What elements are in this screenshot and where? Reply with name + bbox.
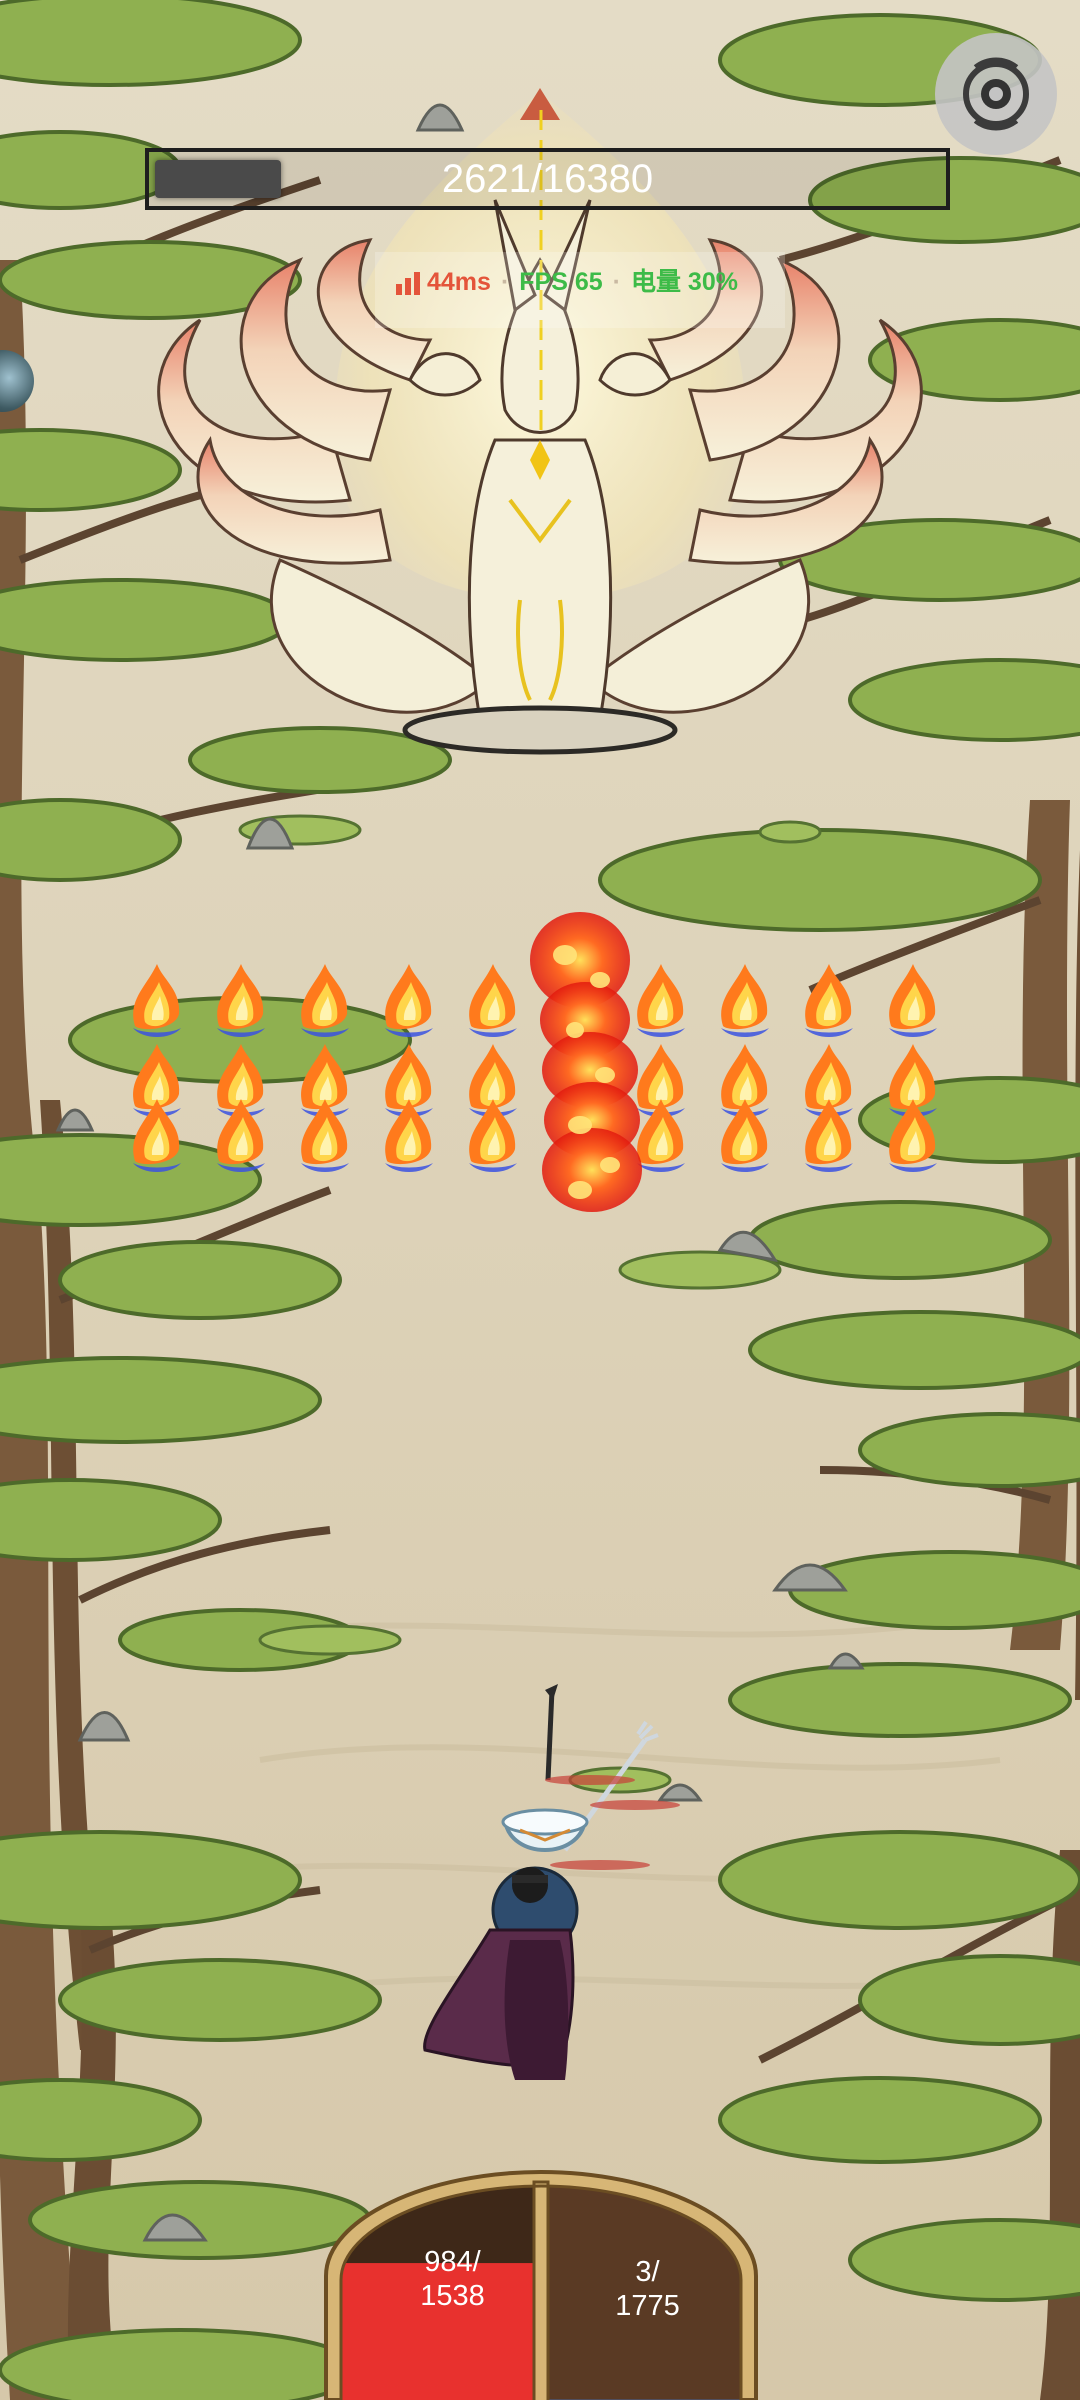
hp-current-text: 984/: [424, 2246, 481, 2278]
enemy-flame-spirit[interactable]: [469, 1099, 517, 1172]
settings-button[interactable]: [935, 33, 1057, 155]
perf-separator: ·: [500, 268, 510, 296]
perf-separator-2: ·: [612, 268, 621, 296]
mp-max-text: 1775: [615, 2290, 680, 2322]
enemy-flame-spirit[interactable]: [133, 964, 181, 1037]
enemy-flame-spirit[interactable]: [217, 1099, 265, 1172]
enemy-flame-spirit[interactable]: [805, 1099, 853, 1172]
enemy-flame-spirit[interactable]: [889, 1099, 937, 1172]
boss-hp-text: 2621/16380: [441, 157, 654, 201]
fire-column-projectile: [530, 912, 642, 1212]
hero-swordsman[interactable]: [400, 1680, 690, 2100]
enemy-flame-spirit[interactable]: [385, 964, 433, 1037]
enemy-flame-spirit[interactable]: [889, 964, 937, 1037]
battery-value: 电量 30%: [630, 268, 738, 296]
gear-icon: [963, 57, 1029, 131]
enemy-flame-spirit[interactable]: [217, 964, 265, 1037]
enemy-flame-spirit[interactable]: [385, 1099, 433, 1172]
game-stage[interactable]: 2621/16380 44ms · FPS 65 · 电量 30% 984/ 1…: [0, 0, 1080, 2400]
enemy-flame-spirit[interactable]: [805, 964, 853, 1037]
enemy-flame-spirit[interactable]: [721, 1099, 769, 1172]
mp-value-text: 3/ 1775: [560, 2255, 735, 2323]
boss-hp-bar: 2621/16380: [145, 148, 950, 210]
enemy-flame-spirit[interactable]: [133, 1099, 181, 1172]
enemy-flame-spirit[interactable]: [301, 1099, 349, 1172]
enemy-flame-spirit[interactable]: [469, 964, 517, 1037]
ping-value: 44ms: [427, 268, 491, 296]
hp-max-text: 1538: [420, 2280, 485, 2312]
performance-overlay: 44ms · FPS 65 · 电量 30%: [375, 252, 785, 328]
mp-current-text: 3/: [635, 2256, 660, 2288]
hp-value-text: 984/ 1538: [365, 2245, 540, 2313]
fps-value: FPS 65: [519, 268, 603, 296]
signal-bars-icon: [396, 272, 420, 296]
enemy-flame-spirit[interactable]: [301, 964, 349, 1037]
enemy-flame-spirit[interactable]: [721, 964, 769, 1037]
